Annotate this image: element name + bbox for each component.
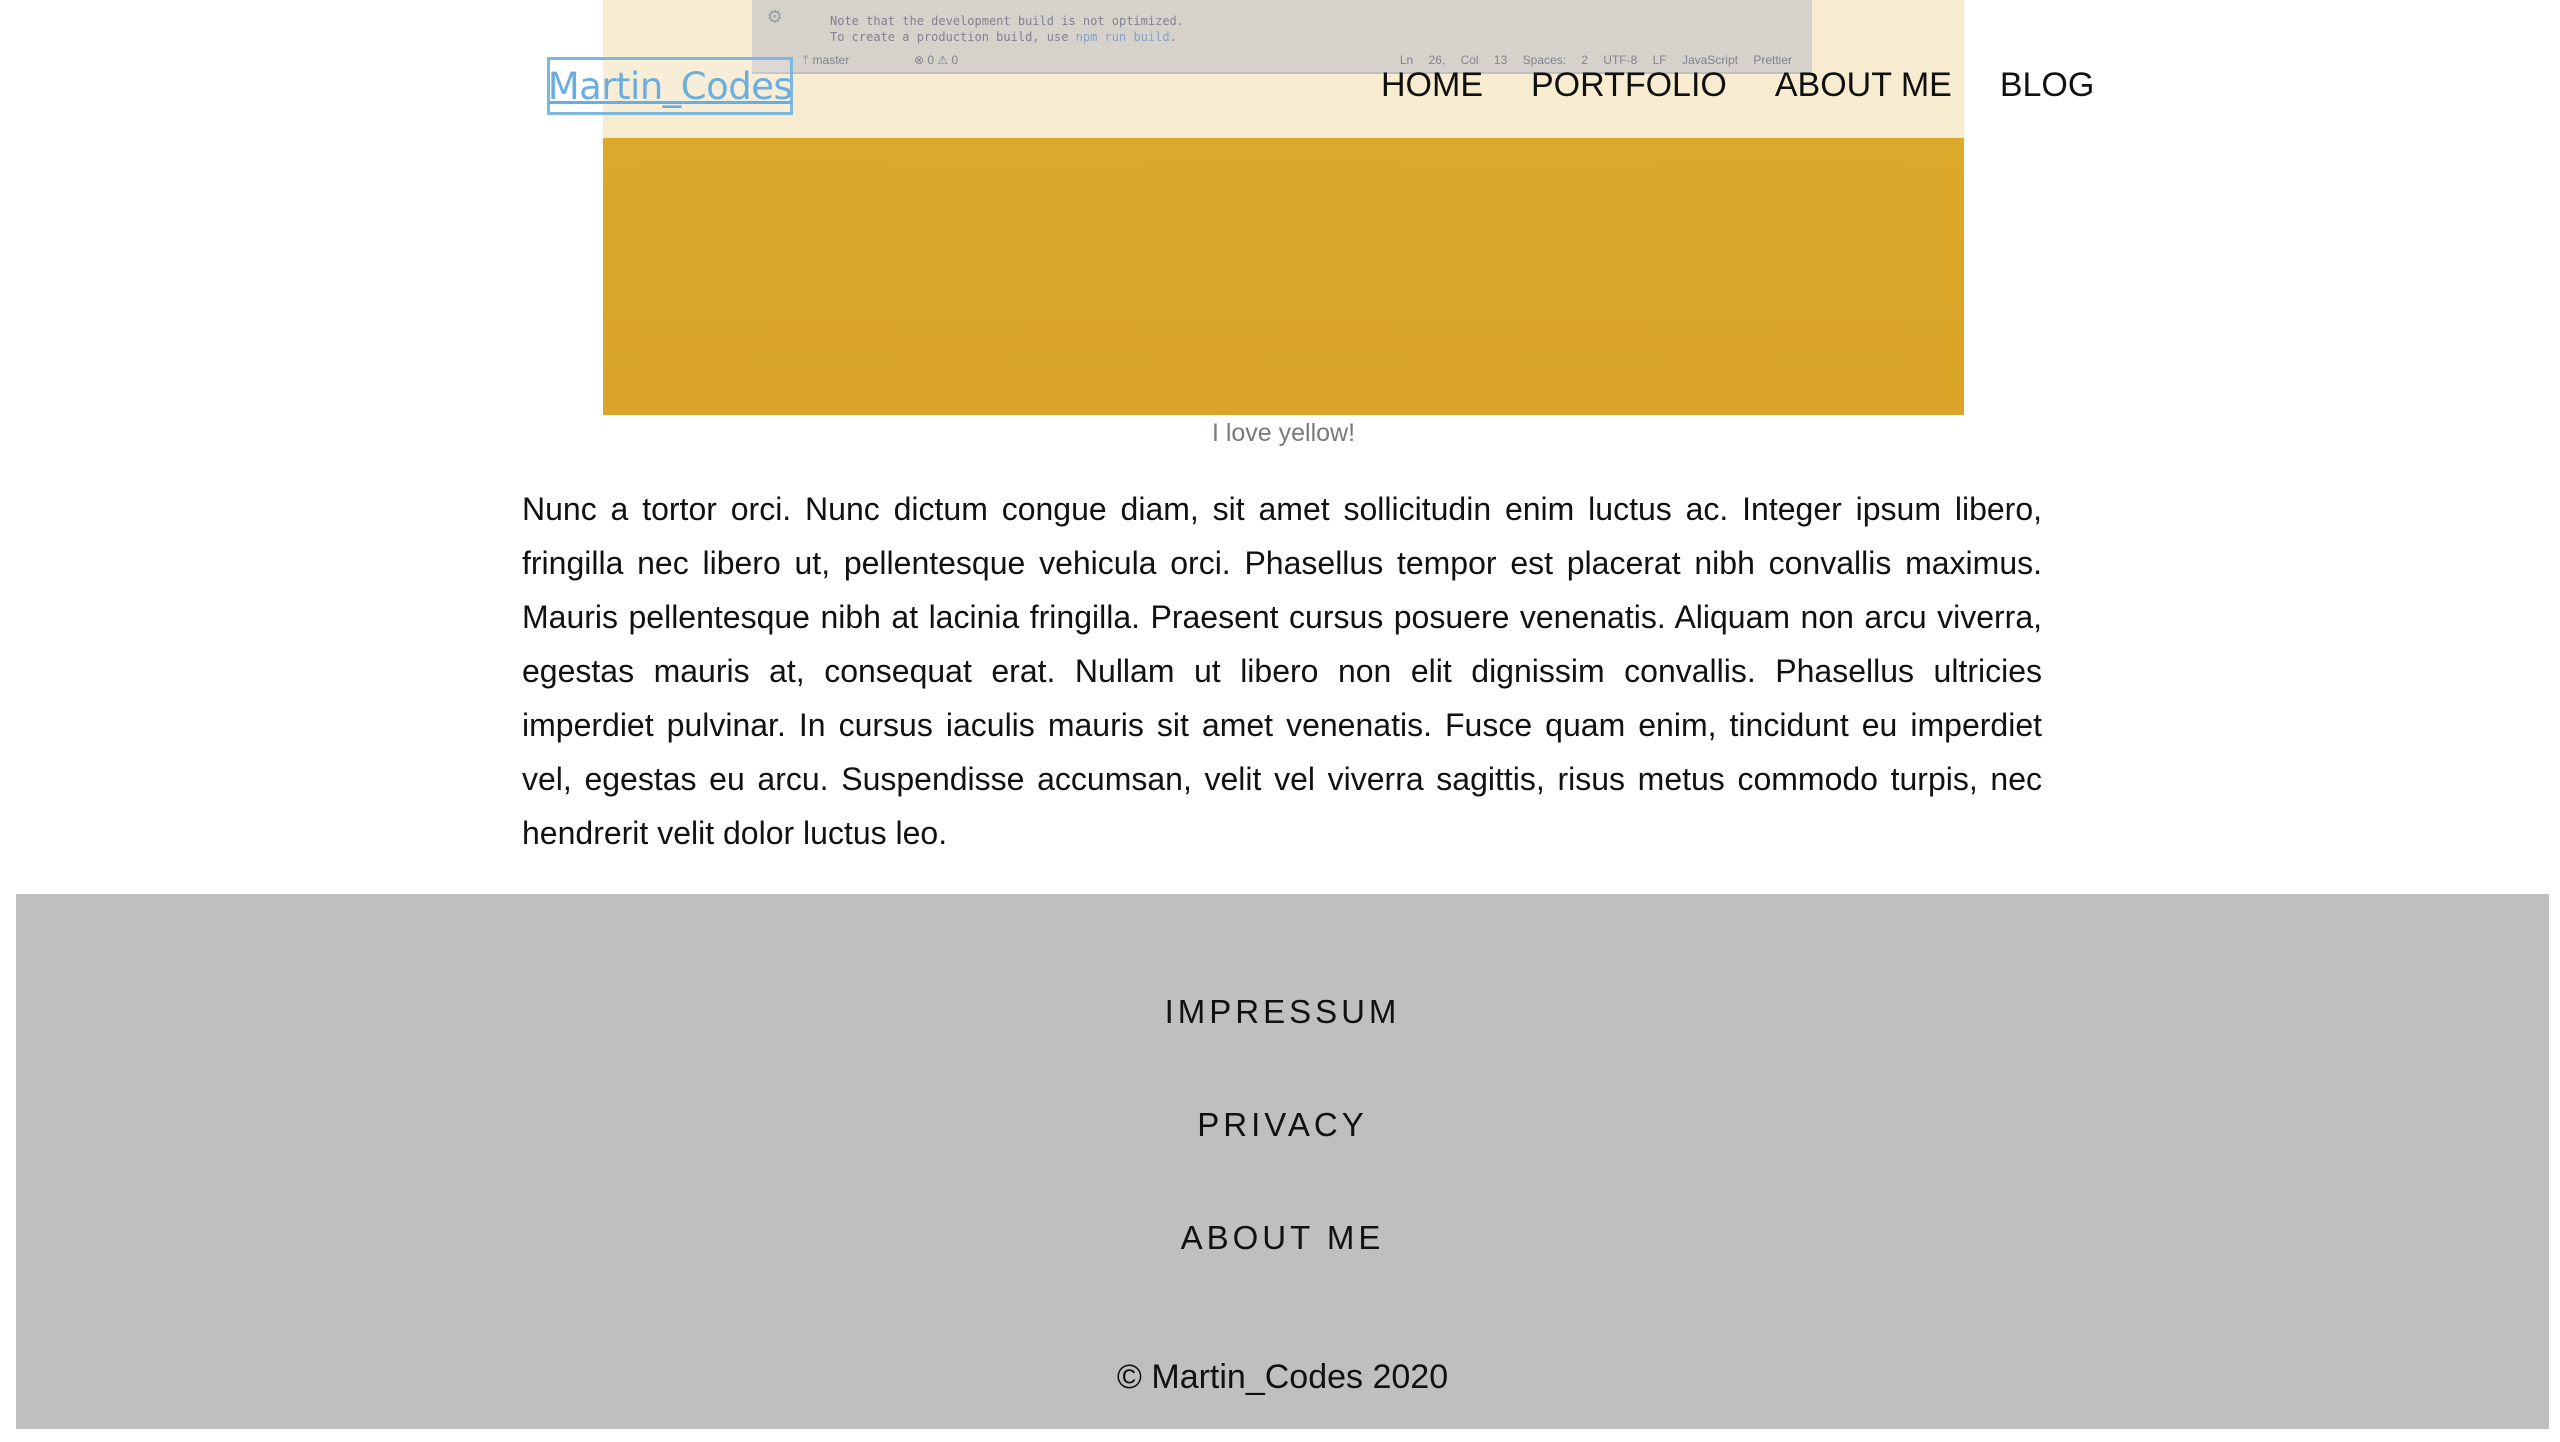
page-bottom <box>0 1429 2560 1442</box>
nav-home[interactable]: HOME <box>1381 66 1483 110</box>
problems-count: ⊗ 0 ⚠ 0 <box>914 53 959 67</box>
nav-about-me[interactable]: ABOUT ME <box>1775 66 1952 110</box>
footer-link-privacy[interactable]: PRIVACY <box>16 1106 2549 1144</box>
branch-icon: ᛘ <box>802 53 810 67</box>
editor-line: Note that the development build is not o… <box>830 14 1185 28</box>
image-caption: I love yellow! <box>1211 419 1356 447</box>
gear-icon: ⚙ <box>768 4 782 29</box>
footer-link-about-me[interactable]: ABOUT ME <box>16 1219 2549 1257</box>
article-paragraph: Nunc a tortor orci. Nunc dictum congue d… <box>522 491 2042 851</box>
nav-portfolio[interactable]: PORTFOLIO <box>1531 66 1727 110</box>
editor-line: To create a production build, use npm ru… <box>830 30 1177 44</box>
main-nav: HOME PORTFOLIO ABOUT ME BLOG <box>1381 66 2094 110</box>
brand-logo[interactable]: Martin_Codes <box>547 57 793 115</box>
editor-status-right: Ln 26, Col 13 Spaces: 2 UTF-8 LF JavaScr… <box>1399 53 1792 67</box>
footer-link-impressum[interactable]: IMPRESSUM <box>16 993 2549 1031</box>
nav-blog[interactable]: BLOG <box>2000 66 2094 110</box>
footer: IMPRESSUM PRIVACY ABOUT ME © Martin_Code… <box>16 894 2549 1429</box>
copyright-text: © Martin_Codes 2020 <box>1116 1358 1449 1396</box>
hero-editor-screenshot: ⚙ Note that the development build is not… <box>752 0 1812 74</box>
branch-label: ᛘ master <box>802 53 850 67</box>
